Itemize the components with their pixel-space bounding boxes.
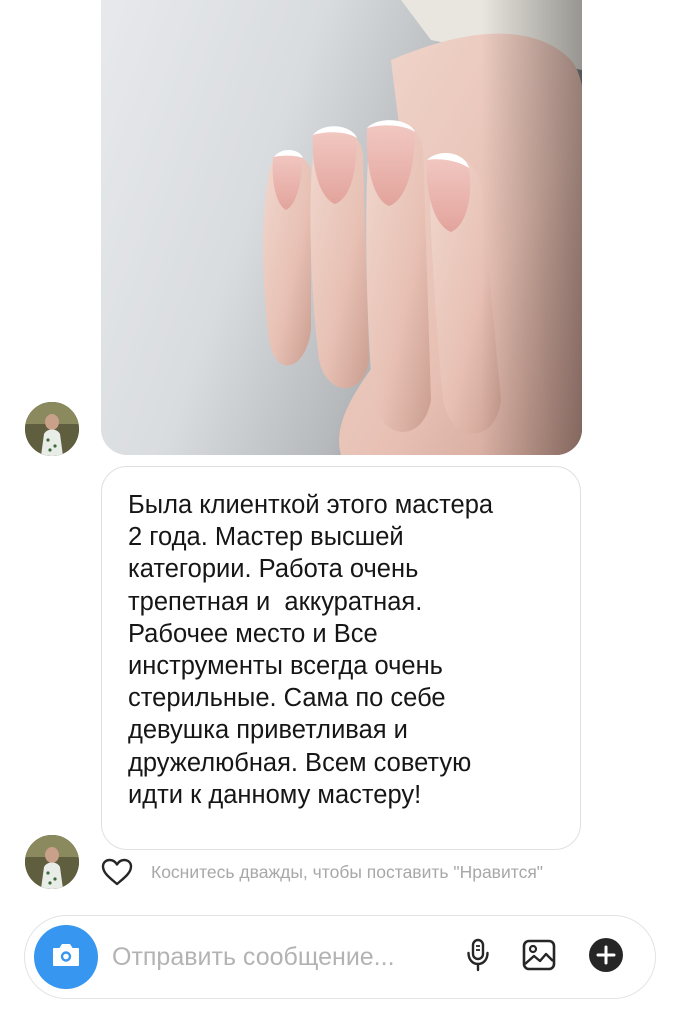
like-hint-text: Коснитесь дважды, чтобы поставить "Нрави… <box>151 861 544 882</box>
avatar-image <box>25 402 79 456</box>
message-composer <box>24 915 656 999</box>
camera-button[interactable] <box>34 925 98 989</box>
avatar-image <box>25 835 79 889</box>
gallery-icon <box>521 938 557 977</box>
manicure-photo <box>263 0 582 455</box>
microphone-icon <box>465 938 491 977</box>
text-message[interactable]: Была клиенткой этого мастера 2 года. Мас… <box>101 466 581 850</box>
voice-message-button[interactable] <box>457 936 499 978</box>
camera-icon <box>51 942 81 973</box>
plus-circle-icon <box>586 935 626 980</box>
message-text: Была клиенткой этого мастера 2 года. Мас… <box>128 491 494 809</box>
message-input[interactable] <box>112 938 442 976</box>
photo-message[interactable] <box>101 0 582 455</box>
more-options-button[interactable] <box>585 936 627 978</box>
heart-outline-icon[interactable] <box>100 857 134 887</box>
sender-avatar[interactable] <box>25 835 79 889</box>
like-hint: Коснитесь дважды, чтобы поставить "Нрави… <box>100 855 675 889</box>
sender-avatar[interactable] <box>25 402 79 456</box>
gallery-button[interactable] <box>518 936 560 978</box>
direct-message-thread: Была клиенткой этого мастера 2 года. Мас… <box>0 0 681 1024</box>
